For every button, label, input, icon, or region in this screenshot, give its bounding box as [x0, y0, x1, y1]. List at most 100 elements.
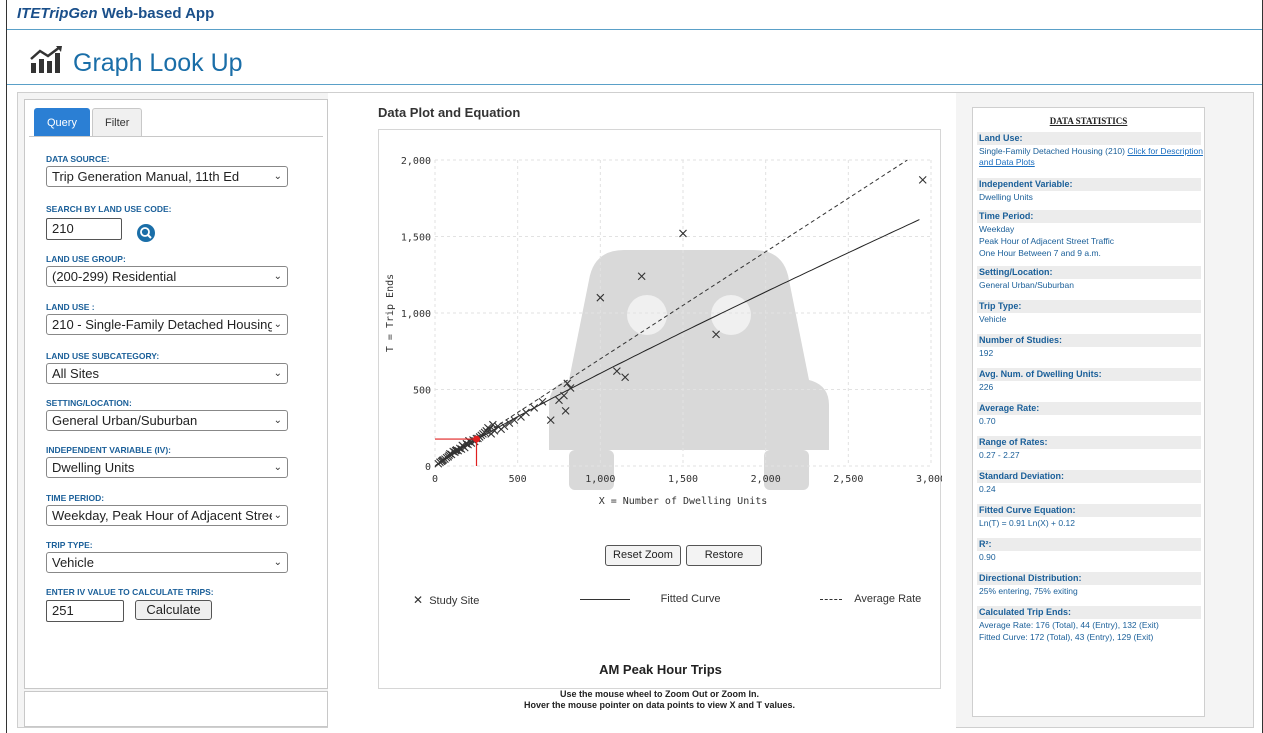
app-frame: ITETripGen Web-based App Graph Look Up Q…	[6, 0, 1263, 733]
data-source-value: Trip Generation Manual, 11th Ed	[52, 169, 240, 184]
study-site-point	[679, 229, 687, 238]
chevron-down-icon: ⌄	[273, 557, 282, 568]
plot-heading: Data Plot and Equation	[378, 105, 521, 120]
land-use-group-select[interactable]: (200-299) Residential ⌄	[46, 266, 288, 287]
scatter-chart[interactable]: 0 500 1,000 1,500 2,000 2,500 3,000 0 500 1,000 1,…	[379, 130, 942, 540]
iv-value-input[interactable]: 251	[46, 600, 124, 622]
x-marker-icon: ✕	[413, 593, 424, 607]
y-axis-label: T = Trip Ends	[385, 274, 396, 352]
y-tick-label: 500	[413, 386, 431, 397]
trip-type-value: Vehicle	[52, 555, 94, 570]
y-tick-label: 0	[425, 462, 431, 473]
x-tick-label: 1,000	[585, 474, 615, 485]
stat-time-line3: One Hour Between 7 and 9 a.m.	[979, 248, 1101, 258]
legend-fitted-curve: Fitted Curve	[580, 593, 720, 605]
stat-r2-head: R²:	[977, 538, 1201, 551]
data-source-select[interactable]: Trip Generation Manual, 11th Ed ⌄	[46, 166, 288, 187]
app-title: ITETripGen Web-based App	[17, 5, 214, 22]
setting-label: SETTING/LOCATION:	[46, 398, 132, 408]
time-period-value: Weekday, Peak Hour of Adjacent Stree	[52, 508, 277, 523]
legend-study-site: ✕ Study Site	[413, 593, 479, 607]
chevron-down-icon: ⌄	[273, 271, 282, 282]
stat-setting-value: General Urban/Suburban	[979, 280, 1074, 290]
app-title-rest: Web-based App	[97, 5, 215, 22]
land-use-value: 210 - Single-Family Detached Housing	[52, 317, 275, 332]
reset-zoom-button[interactable]: Reset Zoom	[605, 545, 681, 566]
stat-land-use-value: Single-Family Detached Housing (210) Cli…	[979, 146, 1203, 168]
y-tick-label: 1,500	[401, 233, 431, 244]
land-use-code-input[interactable]: 210	[46, 218, 122, 240]
trip-type-select[interactable]: Vehicle ⌄	[46, 552, 288, 573]
stat-iv-value: Dwelling Units	[979, 192, 1033, 202]
x-tick-label: 2,500	[833, 474, 863, 485]
iv-value: Dwelling Units	[52, 460, 135, 475]
stat-time-line1: Weekday	[979, 224, 1015, 234]
study-site-point	[438, 456, 447, 465]
land-use-group-label: LAND USE GROUP:	[46, 254, 126, 264]
stat-time-line2: Peak Hour of Adjacent Street Traffic	[979, 236, 1114, 246]
legend-fitted-label: Fitted Curve	[660, 593, 721, 605]
subcategory-select[interactable]: All Sites ⌄	[46, 363, 288, 384]
iv-label: INDEPENDENT VARIABLE (IV):	[46, 445, 171, 455]
enter-iv-label: ENTER IV VALUE TO CALCULATE TRIPS:	[46, 587, 214, 597]
land-use-select[interactable]: 210 - Single-Family Detached Housing ⌄	[46, 314, 288, 335]
tab-divider	[29, 136, 323, 137]
setting-value: General Urban/Suburban	[52, 413, 198, 428]
x-tick-label: 500	[509, 474, 527, 485]
x-tick-label: 2,000	[751, 474, 781, 485]
land-use-label: LAND USE :	[46, 302, 95, 312]
tab-filter[interactable]: Filter	[92, 108, 143, 136]
calculate-button[interactable]: Calculate	[135, 600, 212, 620]
stat-range-head: Range of Rates:	[977, 436, 1201, 449]
stat-dir-head: Directional Distribution:	[977, 572, 1201, 585]
legend-average-rate: Average Rate	[820, 593, 921, 605]
page-header: Graph Look Up	[7, 31, 1262, 85]
y-tick-label: 2,000	[401, 156, 431, 167]
stat-avg-units-value: 226	[979, 382, 994, 392]
stat-iv-head: Independent Variable:	[977, 178, 1201, 191]
stat-trip-value: Vehicle	[979, 314, 1007, 324]
plot-panel: Data Plot and Equation 0 500 1,000 1,500 2,0…	[328, 93, 956, 729]
plot-hint: Use the mouse wheel to Zoom Out or Zoom …	[378, 689, 941, 711]
content-area: Query Filter DATA SOURCE: Trip Generatio…	[17, 92, 1254, 729]
legend-average-label: Average Rate	[854, 593, 922, 605]
stat-std-value: 0.24	[979, 484, 996, 494]
page-title: Graph Look Up	[73, 49, 243, 77]
y-tick-label: 1,000	[401, 309, 431, 320]
subcategory-label: LAND USE SUBCATEGORY:	[46, 351, 160, 361]
search-icon[interactable]	[137, 224, 155, 242]
data-statistics-panel: DATA STATISTICS Land Use: Single-Family …	[972, 107, 1205, 717]
tab-query[interactable]: Query	[34, 108, 90, 136]
study-site-point	[530, 403, 539, 412]
stat-r2-value: 0.90	[979, 552, 996, 562]
restore-button[interactable]: Restore	[686, 545, 762, 566]
plot-hint-line1: Use the mouse wheel to Zoom Out or Zoom …	[559, 689, 759, 699]
setting-select[interactable]: General Urban/Suburban ⌄	[46, 410, 288, 431]
stat-time-head: Time Period:	[977, 210, 1201, 223]
iv-select[interactable]: Dwelling Units ⌄	[46, 457, 288, 478]
stat-land-use-head: Land Use:	[977, 132, 1201, 145]
calc-point	[472, 435, 480, 443]
bar-chart-trend-icon	[30, 46, 62, 73]
stat-setting-head: Setting/Location:	[977, 266, 1201, 279]
stat-avg-rate-value: 0.70	[979, 416, 996, 426]
app-title-brand: ITETripGen	[17, 5, 98, 22]
x-axis-label: X = Number of Dwelling Units	[599, 496, 768, 507]
subcategory-value: All Sites	[52, 366, 99, 381]
stat-studies-head: Number of Studies:	[977, 334, 1201, 347]
query-panel: Query Filter DATA SOURCE: Trip Generatio…	[24, 99, 328, 689]
x-tick-label: 1,500	[668, 474, 698, 485]
plot-container: 0 500 1,000 1,500 2,000 2,500 3,000 0 500 1,000 1,…	[378, 129, 942, 689]
stat-avg-units-head: Avg. Num. of Dwelling Units:	[977, 368, 1201, 381]
query-panel-footer	[24, 691, 328, 727]
study-site-point	[918, 176, 927, 184]
stat-fitted-head: Fitted Curve Equation:	[977, 504, 1201, 517]
app-header: ITETripGen Web-based App	[7, 0, 1262, 30]
legend-study-site-label: Study Site	[429, 595, 480, 607]
stats-title: DATA STATISTICS	[1049, 116, 1128, 126]
stat-trip-head: Trip Type:	[977, 300, 1201, 313]
stat-calc-fitted: Fitted Curve: 172 (Total), 43 (Entry), 1…	[979, 632, 1154, 642]
chevron-down-icon: ⌄	[273, 415, 282, 426]
time-period-select[interactable]: Weekday, Peak Hour of Adjacent Stree ⌄	[46, 505, 288, 526]
search-label: SEARCH BY LAND USE CODE:	[46, 204, 172, 214]
